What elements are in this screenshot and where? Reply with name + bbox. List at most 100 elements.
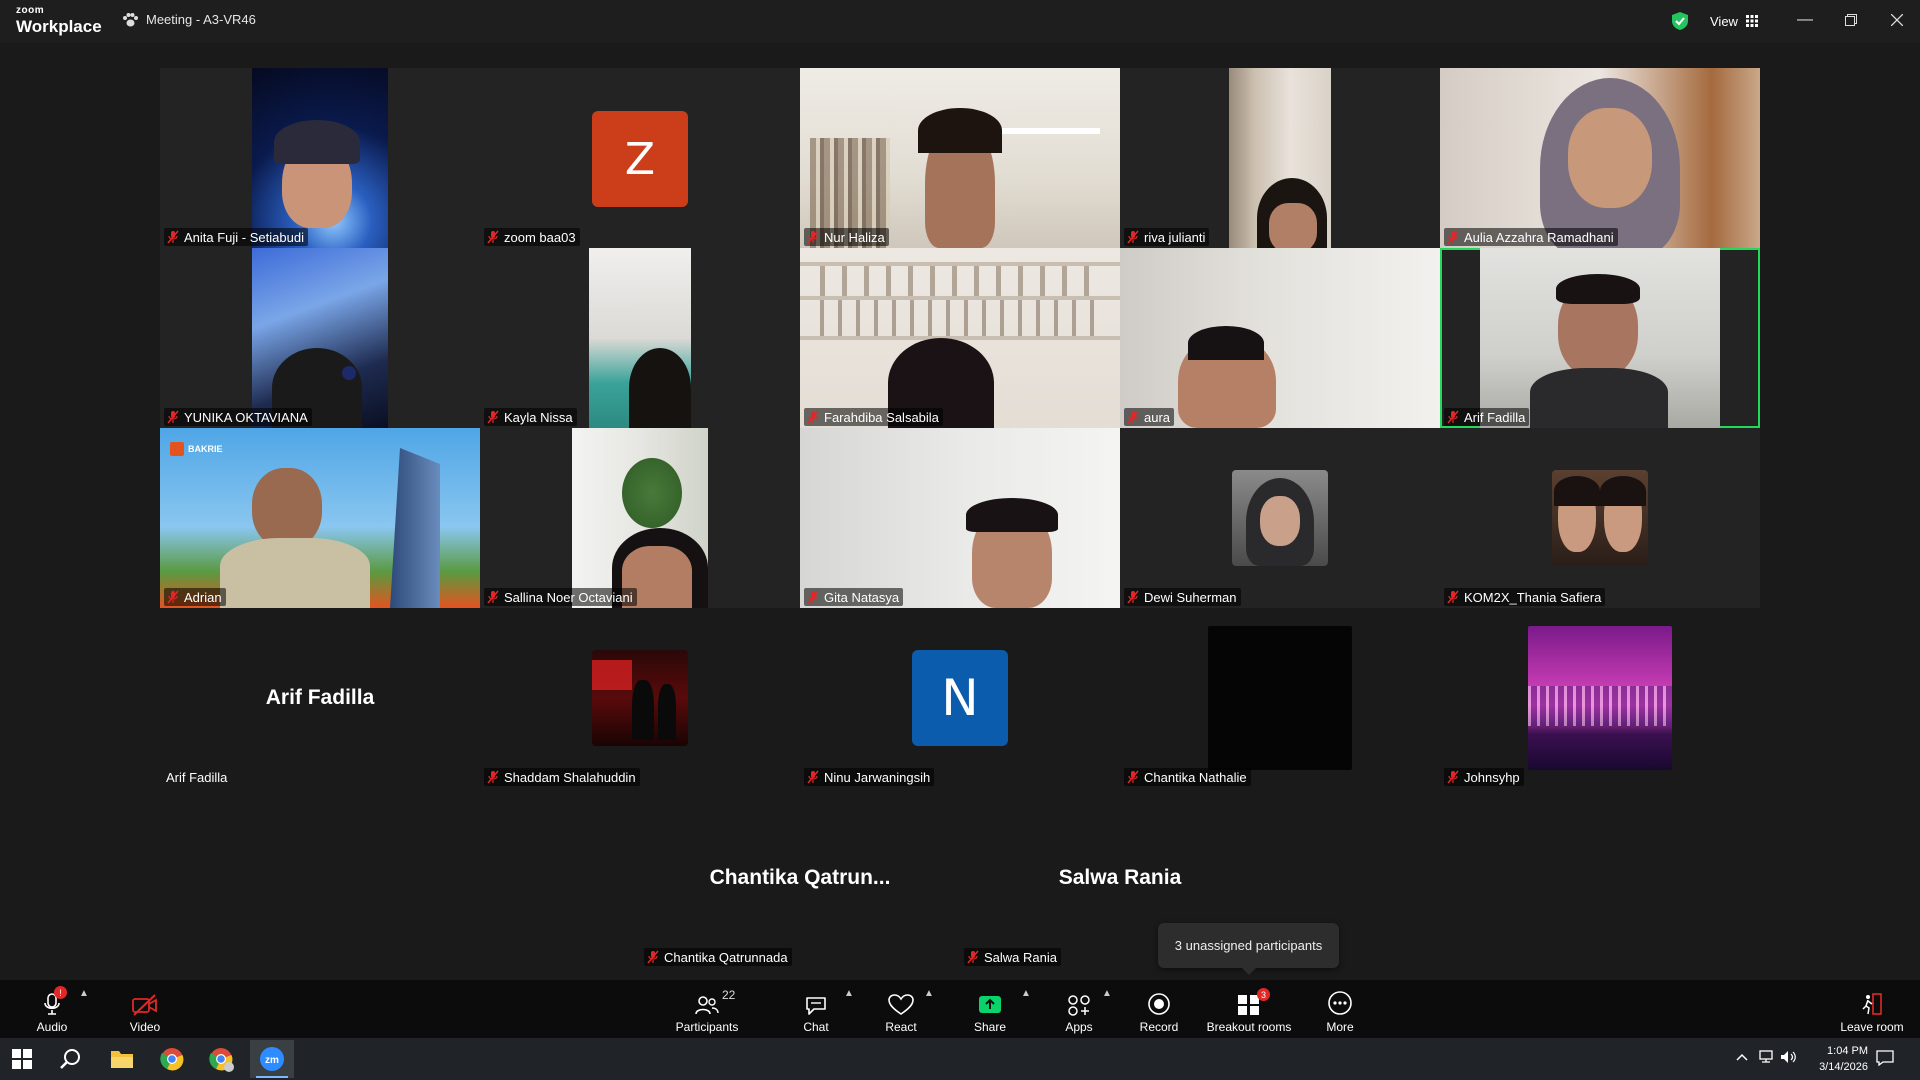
video-tile[interactable]: aura xyxy=(1120,248,1440,428)
apps-label: Apps xyxy=(1065,1020,1093,1034)
video-tile[interactable]: Gita Natasya xyxy=(800,428,1120,608)
share-label: Share xyxy=(973,1020,1007,1034)
audio-warning-badge: ! xyxy=(54,986,67,999)
chat-button[interactable]: Chat xyxy=(797,984,835,1034)
video-tile[interactable]: BAKRIE Adrian xyxy=(160,428,480,608)
participant-name-tag: Shaddam Shalahuddin xyxy=(484,768,640,786)
chrome-profile-taskbar[interactable] xyxy=(209,1047,235,1078)
show-hidden-icons-button[interactable] xyxy=(1736,1050,1748,1068)
participant-name: Salwa Rania xyxy=(984,949,1057,965)
search-button[interactable] xyxy=(60,1048,82,1075)
react-options-caret-icon[interactable]: ▲ xyxy=(924,988,934,999)
audio-options-caret-icon[interactable]: ▲ xyxy=(79,988,89,999)
muted-mic-icon xyxy=(167,410,179,424)
breakout-rooms-button[interactable]: Breakout rooms 3 xyxy=(1204,984,1294,1034)
muted-mic-icon xyxy=(167,230,179,244)
video-tile[interactable]: Sallina Noer Octaviani xyxy=(480,428,800,608)
chrome-taskbar[interactable] xyxy=(160,1047,184,1076)
meeting-info[interactable]: Meeting - A3-VR46 xyxy=(122,12,256,27)
video-tile[interactable]: Farahdiba Salsabila xyxy=(800,248,1120,428)
muted-mic-icon xyxy=(167,590,179,604)
muted-mic-icon xyxy=(487,410,499,424)
participant-video xyxy=(252,248,388,428)
participant-video xyxy=(1229,68,1331,248)
video-tile[interactable]: Anita Fuji - Setiabudi xyxy=(160,68,480,248)
heart-icon xyxy=(888,994,914,1015)
participant-avatar: N xyxy=(912,650,1008,746)
participant-name-tag: Kayla Nissa xyxy=(484,408,577,426)
encryption-shield-icon[interactable] xyxy=(1670,11,1690,31)
participant-display-name: Salwa Rania xyxy=(1058,866,1182,889)
view-label: View xyxy=(1710,13,1738,29)
start-button[interactable] xyxy=(12,1049,32,1074)
participant-name: Chantika Nathalie xyxy=(1144,769,1247,785)
chat-label: Chat xyxy=(803,1020,829,1034)
video-tile[interactable]: Arif Fadilla Arif Fadilla xyxy=(160,608,480,788)
chat-options-caret-icon[interactable]: ▲ xyxy=(844,988,854,999)
muted-mic-icon xyxy=(807,770,819,784)
share-options-caret-icon[interactable]: ▲ xyxy=(1021,988,1031,999)
leave-room-label: Leave room xyxy=(1840,1020,1904,1034)
zoom-taskbar[interactable]: zm xyxy=(250,1040,294,1078)
meeting-title: Meeting - A3-VR46 xyxy=(146,12,256,27)
participant-name: Gita Natasya xyxy=(824,589,900,605)
participant-name: Arif Fadilla xyxy=(1464,409,1526,425)
participant-name: Shaddam Shalahuddin xyxy=(504,769,636,785)
view-button[interactable]: View xyxy=(1700,8,1768,34)
leave-room-button[interactable]: Leave room xyxy=(1836,984,1908,1034)
muted-mic-icon xyxy=(807,230,819,244)
muted-mic-icon xyxy=(1127,770,1139,784)
muted-mic-icon xyxy=(807,410,819,424)
participant-name-tag: zoom baa03 xyxy=(484,228,580,246)
video-tile[interactable]: Chantika Nathalie xyxy=(1120,608,1440,788)
video-tile[interactable]: Nur Haliza xyxy=(800,68,1120,248)
video-tile[interactable]: KOM2X_Thania Safiera xyxy=(1440,428,1760,608)
video-tile[interactable]: Dewi Suherman xyxy=(1120,428,1440,608)
participant-name-tag: aura xyxy=(1124,408,1175,426)
muted-mic-icon xyxy=(807,590,819,604)
participant-display-name: Chantika Qatrun... xyxy=(709,866,891,889)
apps-button[interactable]: Apps xyxy=(1060,984,1098,1034)
meeting-toolbar: Audio ! ▲ Video Participants 22 Chat ▲ R… xyxy=(0,980,1920,1038)
participants-button[interactable]: Participants 22 xyxy=(672,984,742,1034)
audio-button[interactable]: Audio ! xyxy=(32,984,72,1034)
chat-icon xyxy=(806,997,826,1015)
participant-name: zoom baa03 xyxy=(504,229,576,245)
record-label: Record xyxy=(1139,1020,1179,1034)
apps-options-caret-icon[interactable]: ▲ xyxy=(1102,988,1112,999)
video-tile-active-speaker[interactable]: Arif Fadilla xyxy=(1440,248,1760,428)
video-tile[interactable]: Chantika Qatrun... Chantika Qatrunnada xyxy=(640,788,960,968)
video-tile[interactable]: N Ninu Jarwaningsih xyxy=(800,608,1120,788)
restore-button[interactable] xyxy=(1828,0,1874,40)
breakout-rooms-label: Breakout rooms xyxy=(1206,1020,1292,1034)
record-button[interactable]: Record xyxy=(1138,984,1180,1034)
title-bar: zoom Workplace Meeting - A3-VR46 View — xyxy=(0,0,1920,43)
network-tray-icon[interactable] xyxy=(1758,1050,1774,1069)
leave-room-icon xyxy=(1862,993,1882,1015)
more-button[interactable]: More xyxy=(1322,984,1358,1034)
minimize-button[interactable]: — xyxy=(1782,0,1828,40)
video-tile[interactable]: Z zoom baa03 xyxy=(480,68,800,248)
video-button[interactable]: Video xyxy=(124,984,166,1034)
more-label: More xyxy=(1326,1020,1354,1034)
search-icon xyxy=(60,1049,80,1069)
file-explorer-taskbar[interactable] xyxy=(110,1048,134,1075)
participant-video xyxy=(800,68,1120,248)
participant-name-tag: riva julianti xyxy=(1124,228,1210,246)
participant-name-tag: Adrian xyxy=(164,588,226,606)
participants-label: Participants xyxy=(675,1020,739,1034)
react-button[interactable]: React xyxy=(880,984,922,1034)
video-tile[interactable]: YUNIKA OKTAVIANA xyxy=(160,248,480,428)
video-tile[interactable]: Aulia Azzahra Ramadhani xyxy=(1440,68,1760,248)
breakout-rooms-badge: 3 xyxy=(1257,988,1270,1001)
video-tile[interactable]: Kayla Nissa xyxy=(480,248,800,428)
video-tile[interactable]: Shaddam Shalahuddin xyxy=(480,608,800,788)
notifications-button[interactable] xyxy=(1876,1050,1894,1071)
close-button[interactable] xyxy=(1874,0,1920,40)
video-tile[interactable]: Johnsyhp xyxy=(1440,608,1760,788)
video-tile[interactable]: riva julianti xyxy=(1120,68,1440,248)
taskbar-clock[interactable]: 1:04 PM 3/14/2026 xyxy=(1819,1043,1868,1075)
participant-name: Ninu Jarwaningsih xyxy=(824,769,931,785)
share-button[interactable]: Share xyxy=(970,984,1010,1034)
volume-tray-icon[interactable] xyxy=(1780,1050,1798,1069)
